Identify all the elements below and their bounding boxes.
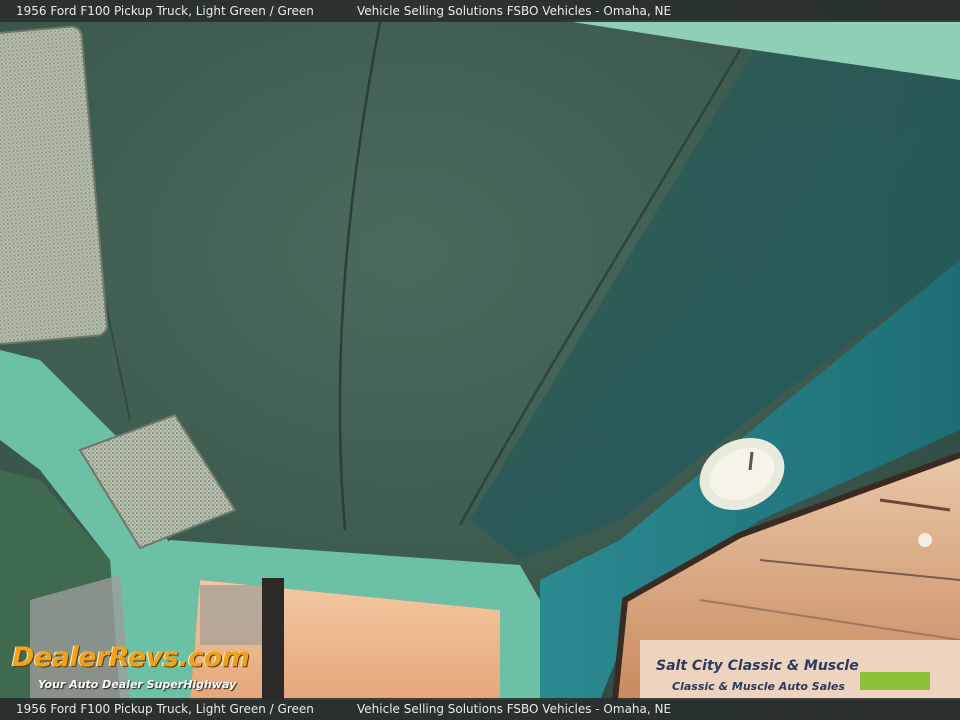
watermark-brand: DealerRevs.com (12, 642, 250, 673)
watermark-tagline: Your Auto Dealer SuperHighway (38, 678, 237, 691)
vehicle-caption-bottom: 1956 Ford F100 Pickup Truck, Light Green… (16, 702, 314, 716)
dealerrevs-watermark: DealerRevs.com Your Auto Dealer SuperHig… (12, 628, 272, 698)
seller-caption: Vehicle Selling Solutions FSBO Vehicles … (357, 4, 672, 18)
sign-name: Salt City Classic & Muscle (656, 658, 859, 674)
caption-bar-bottom: 1956 Ford F100 Pickup Truck, Light Green… (0, 698, 960, 720)
seller-caption-bottom: Vehicle Selling Solutions FSBO Vehicles … (357, 702, 672, 716)
caption-bar-top: 1956 Ford F100 Pickup Truck, Light Green… (0, 0, 960, 22)
sign-subtitle: Classic & Muscle Auto Sales (672, 680, 845, 693)
truck-cab-headliner-photo (0, 0, 960, 720)
vehicle-caption: 1956 Ford F100 Pickup Truck, Light Green… (16, 4, 314, 18)
